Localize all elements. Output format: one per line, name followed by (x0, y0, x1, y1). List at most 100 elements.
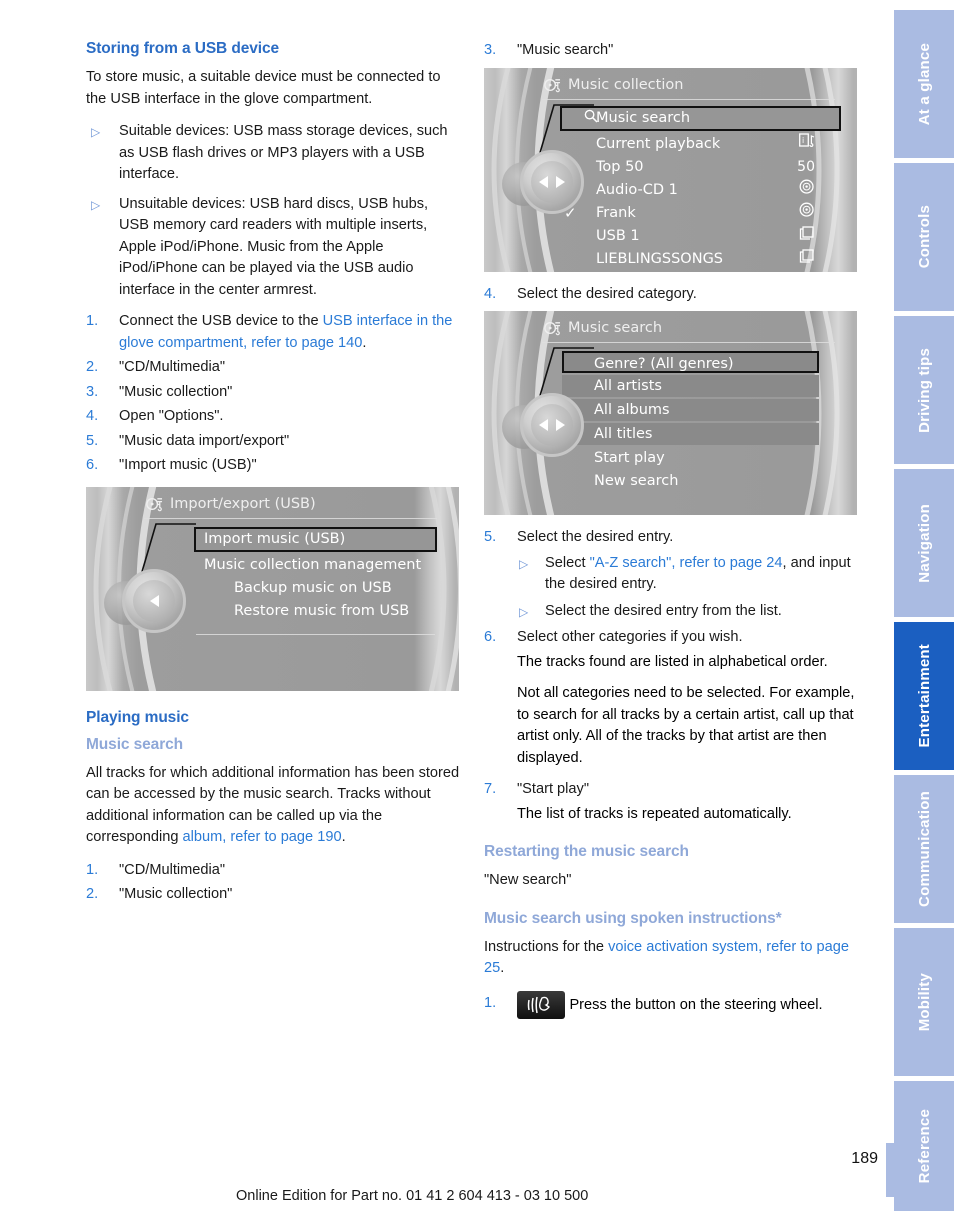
folder-icon (799, 248, 814, 263)
restart-text: "New search" (484, 872, 572, 888)
list-item: 7. "Start play" (484, 779, 864, 801)
paragraph-text-post: . (500, 960, 505, 976)
list-item: 5. Select the desired entry. (484, 527, 864, 549)
step-number: 5. (86, 432, 99, 449)
step-text: "CD/Multimedia" (119, 861, 226, 878)
idrive-screenshot-import-export: Import/export (USB) Import music (USB) M… (86, 486, 459, 691)
rail-tab-entertainment[interactable]: Entertainment (894, 622, 954, 770)
step7-list: 7. "Start play" (484, 779, 864, 801)
menu-item-music-collection-management[interactable]: Music collection management (194, 554, 437, 577)
rail-tab-controls[interactable]: Controls (894, 163, 954, 311)
list-item: 3. "Music search" (484, 40, 864, 62)
rail-tab-at-a-glance[interactable]: At a glance (894, 10, 954, 158)
menu-item-music-search[interactable]: Music search (560, 105, 841, 131)
list-item: ▷ Unsuitable devices: USB hard discs, US… (86, 194, 461, 302)
spoken-paragraph: Instructions for the voice activation sy… (484, 937, 864, 980)
menu-item-label: New search (594, 473, 679, 489)
track-info-icon: i (799, 132, 815, 147)
rail-tab-label: Controls (915, 205, 933, 269)
step-number: 3. (86, 383, 99, 400)
menu-item-label: USB 1 (596, 227, 640, 244)
screen-title-text: Music search (568, 320, 663, 336)
step7-detail: The list of tracks is repeated automatic… (484, 804, 864, 826)
paragraph-text-pre: Instructions for the (484, 938, 609, 955)
section-tab-rail: At a glance Controls Driving tips Naviga… (894, 0, 954, 1215)
triangle-bullet-icon: ▷ (91, 197, 101, 212)
menu-item-label: Top 50 (596, 158, 644, 175)
rail-tab-communication[interactable]: Communication (894, 775, 954, 923)
menu-item-label: Genre? (All genres) (594, 356, 734, 372)
list-item: 2. "CD/Multimedia" (86, 357, 461, 379)
menu-item-top-50[interactable]: Top 50 50 (560, 156, 841, 179)
bullet-text: Unsuitable devices: USB hard discs, USB … (119, 195, 429, 298)
voice-step: 1. Press the button on the steering whee… (484, 990, 864, 1019)
list-item: 4. Open "Options". (86, 406, 461, 428)
menu-item-all-titles[interactable]: All titles (562, 423, 819, 445)
menu-item-start-play[interactable]: Start play (562, 447, 819, 470)
screen-title-text: Import/export (USB) (170, 495, 316, 512)
step7-paragraph: The list of tracks is repeated automatic… (517, 805, 792, 822)
menu-item-label: Frank (596, 204, 636, 221)
music-disc-icon (544, 78, 561, 92)
list-item: 4. Select the desired category. (484, 284, 864, 306)
menu-item-new-search[interactable]: New search (562, 470, 819, 493)
rail-tab-mobility[interactable]: Mobility (894, 928, 954, 1076)
menu-item-current-playback[interactable]: Current playback i (560, 132, 841, 156)
heading-playing-music: Playing music (86, 708, 189, 726)
knob-body (520, 149, 584, 214)
menu-item-value (799, 225, 815, 249)
menu-item-audio-cd-1[interactable]: Audio-CD 1 (560, 179, 841, 202)
link-album-page-190[interactable]: album, refer to page 190 (183, 829, 342, 845)
list-item: ▷ Select the desired entry from the list… (517, 601, 864, 623)
heading-storing-from-usb: Storing from a USB device (86, 40, 280, 57)
menu-item-import-music[interactable]: Import music (USB) (194, 526, 437, 552)
link-a-z-search[interactable]: "A-Z search", refer to page 24 (590, 555, 783, 571)
heading-restarting-music-search: Restarting the music search (484, 843, 689, 860)
voice-button-icon[interactable] (517, 990, 565, 1019)
list-item: 3. "Music collection" (86, 382, 461, 404)
rail-tab-label: Driving tips (915, 347, 933, 433)
screen-title-divider (542, 98, 835, 100)
list-item: 6. "Import music (USB)" (86, 455, 461, 477)
menu-item-lieblingssongs[interactable]: LIEBLINGSSONGS (560, 248, 841, 271)
menu-item-label: Audio-CD 1 (596, 181, 678, 198)
knob-left-arrow-icon (539, 419, 548, 431)
intro-paragraph: To store music, a suitable device must b… (86, 69, 441, 107)
step-text: Select the desired category. (517, 285, 697, 302)
menu-item-label: All albums (594, 402, 670, 418)
knob-face (133, 579, 175, 622)
knob-right-arrow-icon (556, 175, 565, 188)
menu-item-restore-music[interactable]: Restore music from USB (194, 600, 437, 623)
bullet-text-pre: Select (545, 554, 590, 571)
menu-item-label: Restore music from USB (234, 602, 410, 619)
list-item: 2. "Music collection" (86, 884, 461, 906)
screen-menu-list: Music search Current playback i Top 50 5 (560, 105, 841, 271)
rail-tab-navigation[interactable]: Navigation (894, 469, 954, 617)
music-disc-icon (544, 322, 561, 336)
rail-tab-reference[interactable]: Reference (894, 1081, 954, 1211)
menu-item-backup-music[interactable]: Backup music on USB (194, 577, 437, 600)
heading-spoken-instructions: Music search using spoken instructions* (484, 909, 782, 927)
rail-tab-driving-tips[interactable]: Driving tips (894, 316, 954, 464)
step-number: 1. (484, 994, 497, 1011)
usb-steps-list: 1. Connect the USB device to the USB int… (86, 311, 461, 477)
menu-item-label: Music collection management (204, 556, 422, 573)
knob-body (122, 568, 186, 633)
step-text: "CD/Multimedia" (119, 359, 226, 375)
step-number: 1. (86, 313, 99, 329)
step-number: 4. (484, 285, 497, 302)
voice-step-text: Press the button on the steering wheel. (569, 996, 823, 1013)
step-number: 6. (484, 629, 497, 645)
step-number: 1. (86, 861, 99, 878)
step-number: 2. (86, 359, 99, 375)
menu-item-usb-1[interactable]: USB 1 (560, 225, 841, 248)
list-item: 5. "Music data import/export" (86, 431, 461, 453)
menu-item-frank[interactable]: ✓ Frank (560, 202, 841, 225)
bullet-text: Suitable devices: USB mass storage devic… (119, 123, 448, 182)
left-column: Storing from a USB device To store music… (86, 40, 461, 916)
menu-item-label: Start play (594, 450, 665, 466)
knob-body (520, 393, 584, 457)
footer-edition-text: Online Edition for Part no. 01 41 2 604 … (236, 1188, 589, 1204)
knob-left-arrow-icon (149, 594, 159, 607)
rail-tab-label: Entertainment (915, 644, 933, 748)
